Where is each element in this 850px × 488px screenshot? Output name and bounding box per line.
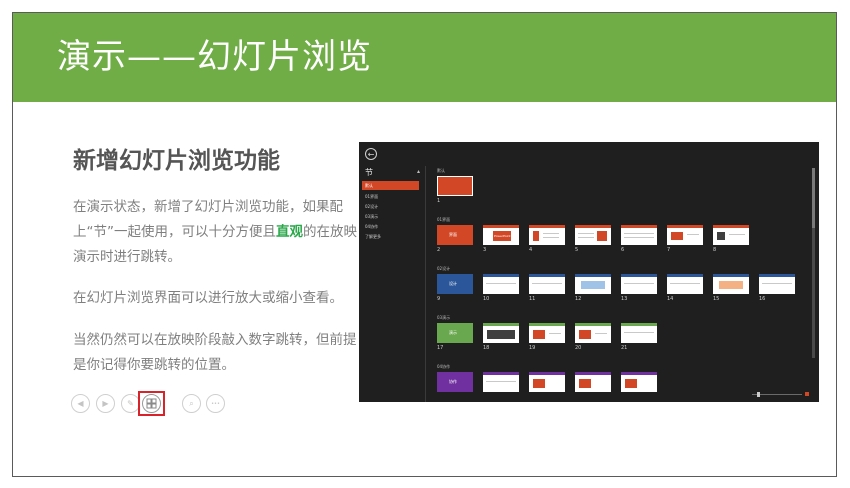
slide-thumbnail: 界面	[437, 225, 473, 245]
slide-number: 13	[621, 296, 628, 302]
slide-thumbnail	[667, 225, 703, 245]
nav-item: 默认	[362, 181, 419, 190]
slide: 演示——幻灯片浏览 新增幻灯片浏览功能 在演示状态，新增了幻灯片浏览功能，如果配…	[12, 12, 837, 477]
more-icon[interactable]: •••	[206, 394, 225, 413]
previous-icon[interactable]: ◀	[71, 394, 90, 413]
slide-thumbnail	[575, 274, 611, 294]
section-title: 界面	[449, 232, 457, 237]
nav-item: 02设计	[365, 204, 379, 209]
slide-thumbnail: 协作	[437, 372, 473, 392]
section-label: 默认	[437, 168, 445, 173]
slide-thumbnail	[529, 323, 565, 343]
slide-number: 19	[529, 345, 536, 351]
slide-thumbnail	[575, 323, 611, 343]
slide-number: 18	[483, 345, 490, 351]
paragraph-3: 当然仍然可以在放映阶段敲入数字跳转，但前提是你记得你要跳转的位置。	[73, 332, 357, 373]
zoom-icon[interactable]: ⌕	[182, 394, 201, 413]
slide-number: 12	[575, 296, 582, 302]
thumbnail-text: PowerPoint	[494, 234, 511, 238]
slide-number: 9	[437, 296, 441, 302]
slide-number: 14	[667, 296, 674, 302]
nav-item: 了解更多	[365, 234, 381, 239]
section-title: 协作	[449, 379, 457, 384]
slide-thumbnail: 演示	[437, 323, 473, 343]
scrollbar-thumb	[812, 168, 815, 228]
slide-number: 6	[621, 247, 625, 253]
slide-thumbnail	[483, 323, 519, 343]
slide-number: 20	[575, 345, 582, 351]
nav-item: 03演示	[365, 214, 379, 219]
content-heading: 新增幻灯片浏览功能	[73, 148, 280, 174]
slide-thumbnail: PowerPoint	[483, 225, 519, 245]
section-label: 04协作	[437, 364, 451, 369]
slide-thumbnail	[713, 274, 749, 294]
slide-thumbnail	[575, 372, 611, 392]
slide-title: 演示——幻灯片浏览	[57, 37, 372, 77]
slide-number: 2	[437, 247, 441, 253]
section-label: 02设计	[437, 266, 451, 271]
slide-thumbnail	[621, 323, 657, 343]
slide-thumbnail	[759, 274, 795, 294]
next-icon[interactable]: ▶	[96, 394, 115, 413]
slide-thumbnail	[575, 225, 611, 245]
slide-thumbnail	[621, 274, 657, 294]
slide-thumbnail	[529, 274, 565, 294]
slide-thumbnail	[529, 372, 565, 392]
zoom-fit-icon	[805, 392, 809, 396]
slide-thumbnail	[621, 372, 657, 392]
slide-number: 21	[621, 345, 628, 351]
nav-item: 04协作	[365, 224, 379, 229]
slide-thumbnail	[529, 225, 565, 245]
slide-thumbnail	[483, 274, 519, 294]
sections-header: 节	[365, 168, 373, 177]
collapse-caret-icon: ▴	[417, 168, 421, 175]
slide-number: 10	[483, 296, 490, 302]
section-label: 01界面	[437, 217, 451, 222]
slide-number: 5	[575, 247, 579, 253]
slide-sorter-icon[interactable]	[142, 394, 161, 413]
divider	[425, 166, 426, 402]
slide-number: 1	[437, 198, 441, 204]
slide-thumbnail	[437, 176, 473, 196]
slide-number: 3	[483, 247, 487, 253]
paragraph-1: 在演示状态，新增了幻灯片浏览功能，如果配上“节”一起使用，可以十分方便且直观的在…	[73, 195, 363, 270]
section-label: 03演示	[437, 315, 451, 320]
slide-number: 16	[759, 296, 766, 302]
paragraph-2: 在幻灯片浏览界面可以进行放大或缩小查看。	[73, 290, 343, 306]
title-bar: 演示——幻灯片浏览	[13, 13, 836, 102]
slide-number: 15	[713, 296, 720, 302]
slide-thumbnail	[621, 225, 657, 245]
slide-number: 8	[713, 247, 717, 253]
slide-thumbnail	[713, 225, 749, 245]
zoom-slider-knob	[757, 392, 760, 397]
slide-number: 11	[529, 296, 536, 302]
slide-thumbnail	[483, 372, 519, 392]
back-arrow-icon: ←	[365, 148, 377, 160]
slide-thumbnail: 设计	[437, 274, 473, 294]
slide-sorter-screenshot: ← 节 ▴ 默认 01界面 02设计 03演示 04协作 了解更多 默认 1 0…	[359, 142, 819, 402]
section-title: 设计	[449, 281, 457, 286]
slide-number: 17	[437, 345, 444, 351]
slide-number: 7	[667, 247, 671, 253]
nav-item: 01界面	[365, 194, 379, 199]
section-title: 演示	[449, 330, 457, 335]
slide-number: 4	[529, 247, 533, 253]
highlight-word: 直观	[276, 224, 303, 240]
slide-thumbnail	[667, 274, 703, 294]
